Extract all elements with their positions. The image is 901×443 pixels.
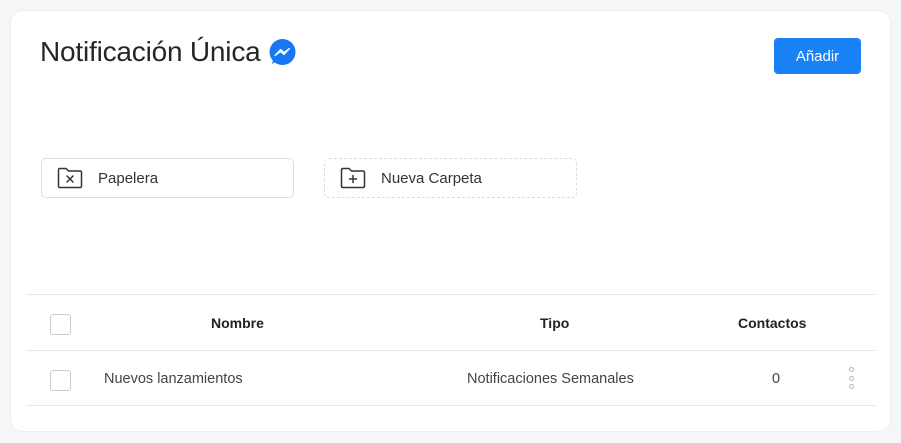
folder-trash[interactable]: Papelera — [41, 158, 294, 198]
folder-plus-icon — [340, 167, 366, 189]
folder-new[interactable]: Nueva Carpeta — [324, 158, 577, 198]
table-row[interactable]: Nuevos lanzamientos Notificaciones Seman… — [26, 350, 876, 406]
column-header-contactos[interactable]: Contactos — [738, 315, 806, 331]
page-title: Notificación Única — [40, 36, 261, 67]
row-nombre[interactable]: Nuevos lanzamientos — [104, 371, 243, 387]
row-checkbox[interactable] — [50, 370, 71, 391]
page-header: Notificación Única — [40, 36, 297, 68]
more-options-icon[interactable] — [846, 367, 856, 389]
folder-new-label: Nueva Carpeta — [381, 169, 482, 187]
messenger-icon — [268, 38, 297, 67]
select-all-checkbox[interactable] — [50, 314, 71, 335]
folder-x-icon — [57, 167, 83, 189]
column-header-nombre[interactable]: Nombre — [211, 315, 264, 331]
row-contactos: 0 — [772, 371, 781, 387]
folder-trash-label: Papelera — [98, 169, 159, 187]
table-header-row: Nombre Tipo Contactos — [26, 294, 876, 350]
list-table: Nombre Tipo Contactos Nuevos lanzamiento… — [26, 294, 876, 406]
row-tipo: Notificaciones Semanales — [467, 371, 634, 387]
add-button[interactable]: Añadir — [774, 38, 861, 74]
main-card: Notificación Única Añadir Papelera Nueva — [11, 11, 890, 431]
column-header-tipo[interactable]: Tipo — [540, 315, 569, 331]
